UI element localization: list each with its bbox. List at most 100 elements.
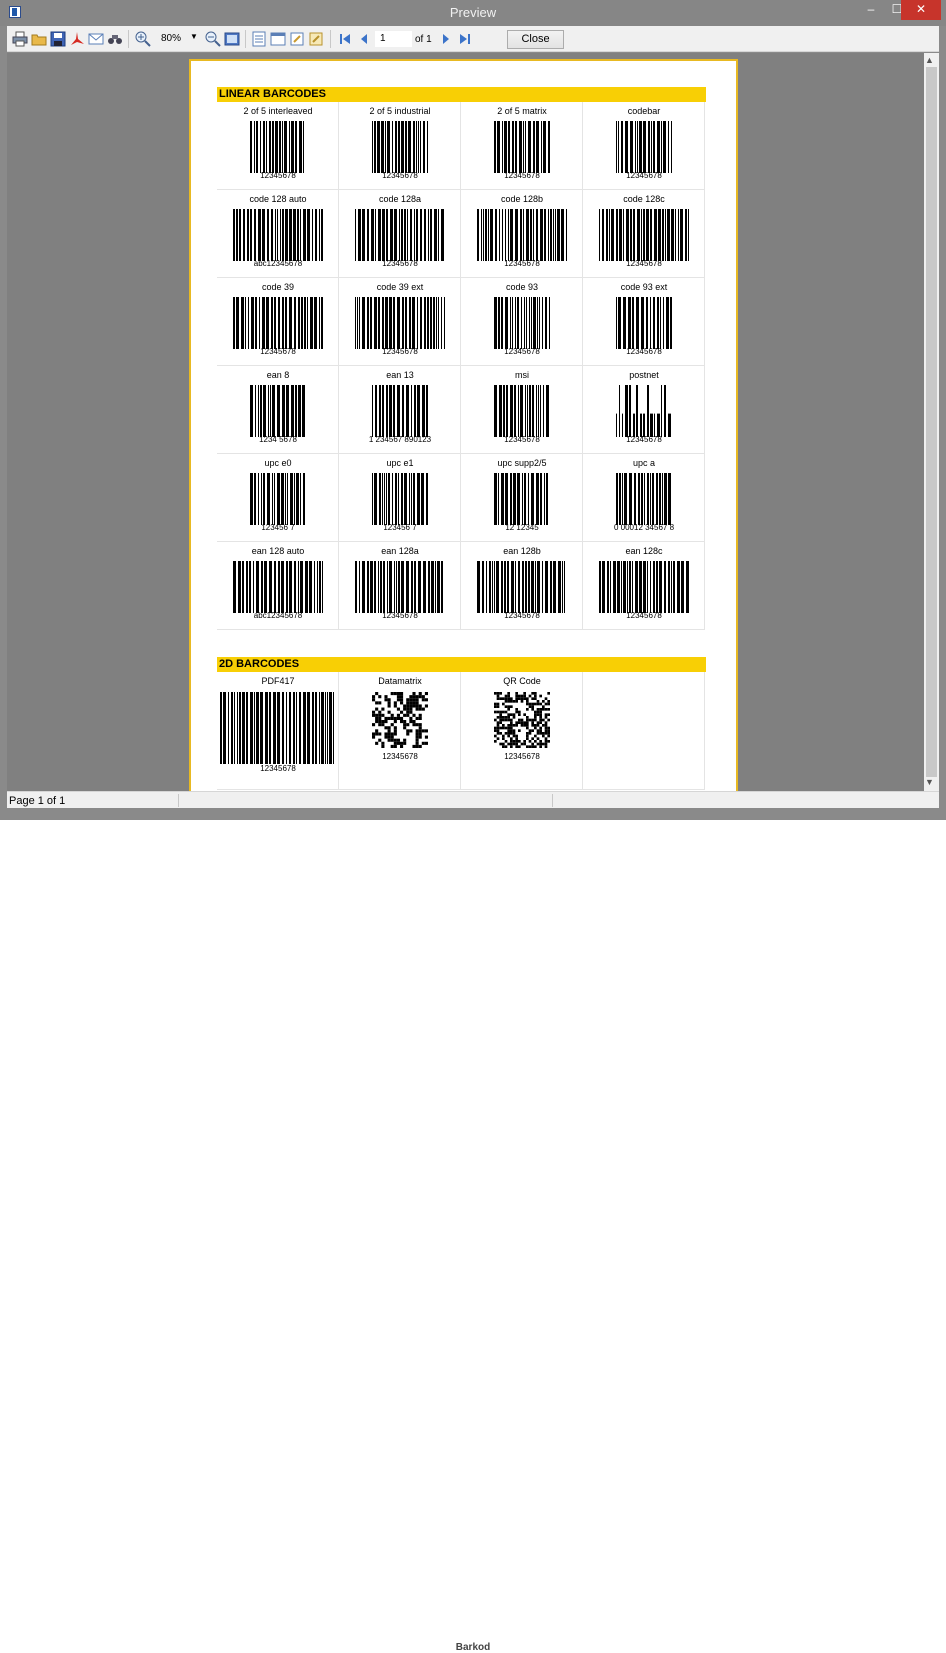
preview-viewport[interactable]: LINEAR BARCODES 2 of 5 interleaved 123456… — [7, 53, 924, 791]
barcode-value: 12345678 — [626, 611, 662, 620]
barcode-value: 12345678 — [504, 171, 540, 180]
barcode-cell: code 128 auto abc12345678 — [217, 190, 339, 278]
barcode-graphic — [461, 383, 583, 443]
barcode-value: 12345678 — [382, 347, 418, 356]
barcode-graphic — [583, 295, 705, 355]
barcode-bars — [250, 121, 304, 173]
barcode-graphic — [461, 559, 583, 619]
barcode-cell: postnet 12345678 — [583, 366, 705, 454]
title-bar[interactable]: Preview – ☐ ✕ — [0, 0, 946, 26]
prev-page-icon[interactable] — [356, 31, 372, 47]
barcode-label: upc e0 — [264, 458, 292, 468]
barcode-value: 1234 5678 — [259, 435, 297, 444]
barcode-graphic — [217, 295, 339, 355]
scrollbar-thumb[interactable] — [926, 67, 937, 777]
barcode-label: upc a — [632, 458, 656, 468]
save-icon[interactable] — [50, 31, 66, 47]
barcode-bars — [372, 473, 428, 525]
barcode-label: code 93 ext — [620, 282, 668, 292]
zoom-in-icon[interactable] — [135, 31, 151, 47]
toolbar-separator — [128, 30, 129, 48]
barcode-label: msi — [515, 370, 529, 380]
barcode-cell: 2 of 5 interleaved 12345678 — [217, 102, 339, 190]
image-caption: Barkod — [455, 1642, 491, 1653]
status-bar: Page 1 of 1 — [7, 791, 939, 808]
barcode-bars — [355, 209, 444, 261]
next-page-icon[interactable] — [438, 31, 454, 47]
barcode-bars — [494, 297, 550, 349]
barcode-bars — [599, 209, 689, 261]
barcode-label: 2 of 5 interleaved — [243, 106, 313, 116]
barcode-value: 123456 7 — [383, 523, 417, 532]
barcode-value: abc12345678 — [253, 259, 303, 268]
barcode-value: 12345678 — [382, 752, 418, 761]
barcode-label: code 39 ext — [376, 282, 424, 292]
barcode-cell: upc a 0 00012 34567 8 — [583, 454, 705, 542]
barcode-graphic — [583, 559, 705, 619]
barcode-graphic — [339, 295, 461, 355]
barcode-label: upc e1 — [386, 458, 414, 468]
zoom-out-icon[interactable] — [205, 31, 221, 47]
page-count-label: of 1 — [415, 34, 432, 45]
barcode-cell: PDF417 12345678 — [217, 672, 339, 790]
barcode-matrix — [494, 692, 550, 748]
watermark-icon[interactable] — [308, 31, 324, 47]
barcode-bars — [233, 209, 323, 261]
barcode-cell: upc e1 123456 7 — [339, 454, 461, 542]
barcode-bars — [494, 121, 550, 173]
barcode-value: 123456 7 — [261, 523, 295, 532]
barcode-value: 0 00012 34567 8 — [613, 523, 675, 532]
barcode-label: codebar — [627, 106, 661, 116]
barcode-value: abc12345678 — [253, 611, 303, 620]
caption-area: Barkod — [0, 820, 946, 1653]
barcode-graphic — [461, 295, 583, 355]
find-icon[interactable] — [107, 31, 123, 47]
page-number-input[interactable]: 1 — [375, 31, 412, 47]
toolbar-separator — [330, 30, 331, 48]
linear-barcode-grid: 2 of 5 interleaved 12345678 2 of 5 industr… — [217, 102, 706, 632]
barcode-bars — [616, 121, 672, 173]
scroll-up-icon[interactable]: ▲ — [925, 55, 934, 65]
window-title: Preview — [449, 5, 497, 20]
barcode-label: PDF417 — [261, 676, 295, 686]
barcode-graphic — [339, 119, 461, 179]
barcode-value: 12345678 — [504, 435, 540, 444]
page-setup-icon[interactable] — [251, 31, 267, 47]
barcode-cell: ean 128c 12345678 — [583, 542, 705, 630]
email-icon[interactable] — [88, 31, 104, 47]
barcode-graphic — [339, 207, 461, 267]
barcode-graphic — [583, 471, 705, 531]
barcode-cell: 2 of 5 industrial 12345678 — [339, 102, 461, 190]
print-icon[interactable] — [12, 31, 28, 47]
barcode-matrix — [372, 692, 428, 748]
barcode-value: 12345678 — [504, 347, 540, 356]
open-icon[interactable] — [31, 31, 47, 47]
single-page-icon[interactable] — [270, 31, 286, 47]
window-close-button[interactable]: ✕ — [901, 0, 941, 20]
first-page-icon[interactable] — [337, 31, 353, 47]
barcode-value: 12345678 — [626, 347, 662, 356]
barcode-graphic — [339, 383, 461, 443]
toolbar: 80% ▼ 1 of 1 Close — [7, 26, 939, 52]
edit-icon[interactable] — [289, 31, 305, 47]
fit-page-icon[interactable] — [224, 31, 240, 47]
barcode-value: 12345678 — [382, 171, 418, 180]
barcode-label: code 128c — [623, 194, 665, 204]
barcode-value: 12345678 — [260, 347, 296, 356]
last-page-icon[interactable] — [457, 31, 473, 47]
barcode-label: ean 13 — [386, 370, 414, 380]
barcode-graphic — [217, 471, 339, 531]
minimize-button[interactable]: – — [858, 0, 884, 20]
barcode-label: upc supp2/5 — [497, 458, 547, 468]
barcode-label: 2 of 5 matrix — [497, 106, 547, 116]
barcode-graphic — [217, 383, 339, 443]
chevron-down-icon[interactable]: ▼ — [190, 32, 198, 41]
scroll-down-icon[interactable]: ▼ — [925, 777, 934, 787]
barcode-label: ean 128b — [503, 546, 541, 556]
barcode-value: 12345678 — [260, 764, 296, 773]
pdf-icon[interactable] — [69, 31, 85, 47]
barcode-bars — [477, 561, 565, 613]
barcode-cell: code 39 ext 12345678 — [339, 278, 461, 366]
barcode-bars — [494, 473, 548, 525]
close-button[interactable]: Close — [507, 30, 564, 49]
